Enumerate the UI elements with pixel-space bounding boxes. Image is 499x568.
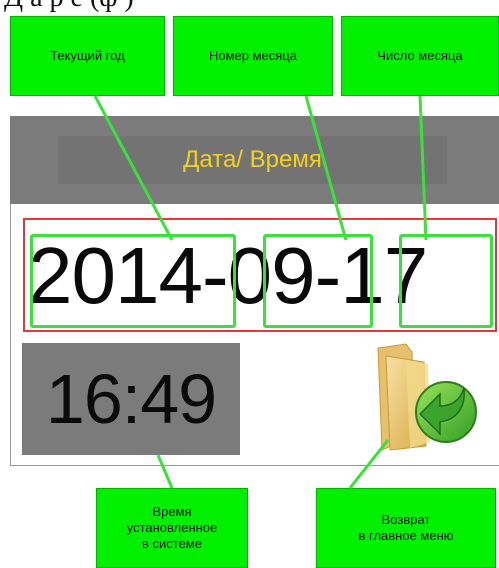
leader-line-month (304, 95, 348, 241)
leader-line-time (156, 454, 174, 489)
leader-line-year (93, 95, 174, 241)
callout-lines (93, 95, 428, 489)
leader-line-day (418, 95, 428, 241)
leader-line-back (348, 439, 390, 489)
